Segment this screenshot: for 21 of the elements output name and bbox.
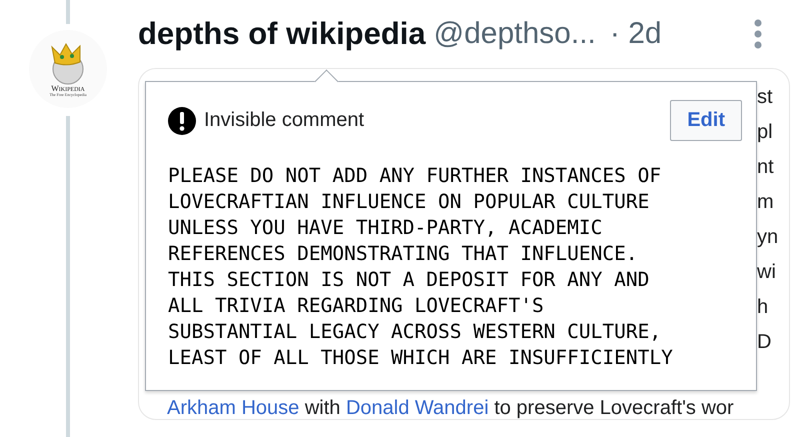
post-time: · 2d [610, 17, 662, 51]
article-link[interactable]: Arkham House [167, 397, 300, 419]
article-text-fragment: wi [757, 260, 777, 285]
article-text: to preserve Lovecraft's wor [493, 397, 734, 419]
edit-button[interactable]: Edit [670, 100, 742, 141]
more-icon[interactable] [754, 19, 762, 49]
popup-title: Invisible comment [204, 109, 364, 132]
author-handle[interactable]: @depthso... [434, 17, 596, 51]
comment-text: PLEASE DO NOT ADD ANY FURTHER INSTANCES OF LOVECRAFTIAN INFLUENCE ON POPULAR CULTURE UNLESS YOU HAVE THIRD-PARTY, ACADEMIC REFERENCES DEMONSTRATING THAT INFLUENCE. THIS SECTION IS NOT A DEPOSIT FOR ANY AND ALL TRIVIA REGARDING LOVECRAFT'S SUBSTANTIAL LEGACY ACROSS WESTERN CULTURE, LEAST OF ALL THOSE WHICH ARE INSUFFICIENTLY [168, 163, 674, 371]
article-text-fragment: D [757, 330, 772, 355]
article-link[interactable]: Donald Wandrei [346, 397, 489, 419]
article-text-fragment: h [757, 295, 770, 320]
article-text: with [304, 397, 342, 419]
exclamation-icon [168, 106, 196, 134]
author-name[interactable]: depths of wikipedia [138, 16, 426, 52]
article-text-fragment: yn [757, 225, 780, 250]
article-text-fragment: st [757, 85, 774, 110]
article-text-fragment: m [757, 190, 775, 215]
article-text-fragment: nt [757, 155, 775, 180]
logo-wordmark: Wikipedia [51, 84, 85, 93]
article-text-fragment: pl [757, 120, 774, 145]
